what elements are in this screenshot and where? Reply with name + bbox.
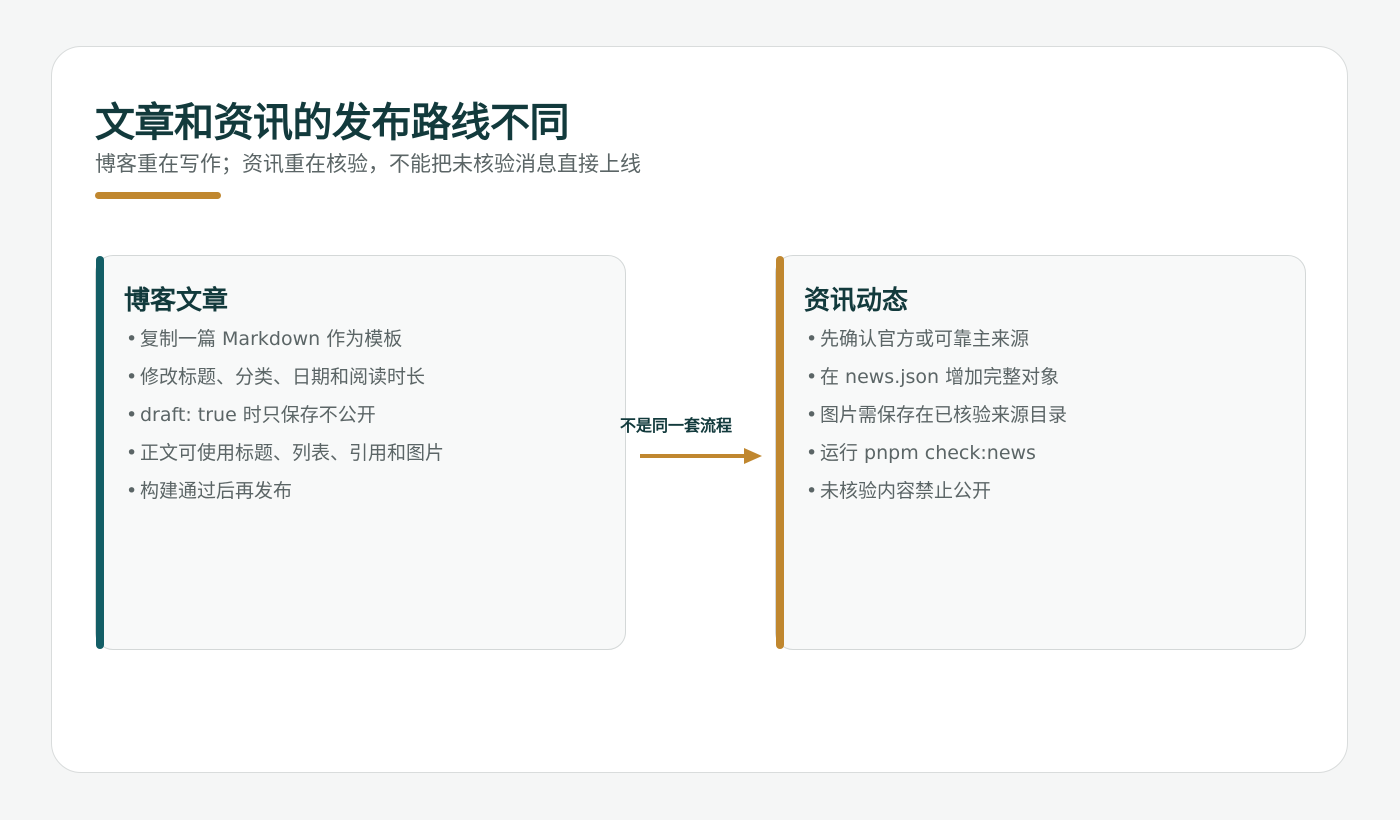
bullet-icon: • [806,404,818,426]
list-item-text: 正文可使用标题、列表、引用和图片 [140,442,445,464]
list-item-text: 修改标题、分类、日期和阅读时长 [140,366,426,388]
bullet-icon: • [126,366,138,388]
list-item-text: 先确认官方或可靠主来源 [820,328,1030,350]
blog-panel-stripe [96,256,104,649]
bullet-icon: • [806,366,818,388]
list-item: • 正文可使用标题、列表、引用和图片 [126,440,444,478]
list-item: • 在 news.json 增加完整对象 [806,364,1067,402]
bullet-icon: • [126,442,138,464]
blog-panel-title: 博客文章 [124,286,229,316]
news-panel-stripe [776,256,784,649]
list-item-text: 未核验内容禁止公开 [820,480,992,502]
list-item: • 图片需保存在已核验来源目录 [806,402,1067,440]
list-item: • 复制一篇 Markdown 作为模板 [126,326,444,364]
bullet-icon: • [806,328,818,350]
list-item: • 先确认官方或可靠主来源 [806,326,1067,364]
list-item-text: 复制一篇 Markdown 作为模板 [140,328,403,350]
list-item-text: 构建通过后再发布 [140,480,293,502]
list-item-text: 图片需保存在已核验来源目录 [820,404,1068,426]
bullet-icon: • [806,480,818,502]
blog-panel: 博客文章 • 复制一篇 Markdown 作为模板 • 修改标题、分类、日期和阅读时… [95,255,626,650]
page-title: 文章和资讯的发布路线不同 [95,100,570,146]
list-item-text: 运行 pnpm check:news [820,442,1036,464]
bullet-icon: • [126,328,138,350]
list-item: • 运行 pnpm check:news [806,440,1067,478]
page-subtitle: 博客重在写作；资讯重在核验，不能把未核验消息直接上线 [95,152,641,176]
bullet-icon: • [126,404,138,426]
arrow-head [744,448,762,464]
blog-steps-list: • 复制一篇 Markdown 作为模板 • 修改标题、分类、日期和阅读时长 • dr… [126,326,444,516]
news-panel-title: 资讯动态 [804,286,909,316]
list-item: • 修改标题、分类、日期和阅读时长 [126,364,444,402]
bullet-icon: • [126,480,138,502]
list-item: • 未核验内容禁止公开 [806,478,1067,516]
news-steps-list: • 先确认官方或可靠主来源 • 在 news.json 增加完整对象 • 图片需保存在… [806,326,1067,516]
arrow-right-icon [640,448,762,464]
title-accent-bar [95,192,221,199]
list-item: • 构建通过后再发布 [126,478,444,516]
list-item-text: 在 news.json 增加完整对象 [820,366,1060,388]
bullet-icon: • [806,442,818,464]
list-item: • draft: true 时只保存不公开 [126,402,444,440]
connector-label: 不是同一套流程 [620,416,733,435]
list-item-text: draft: true 时只保存不公开 [140,404,376,426]
news-panel: 资讯动态 • 先确认官方或可靠主来源 • 在 news.json 增加完整对象 • 图… [775,255,1306,650]
